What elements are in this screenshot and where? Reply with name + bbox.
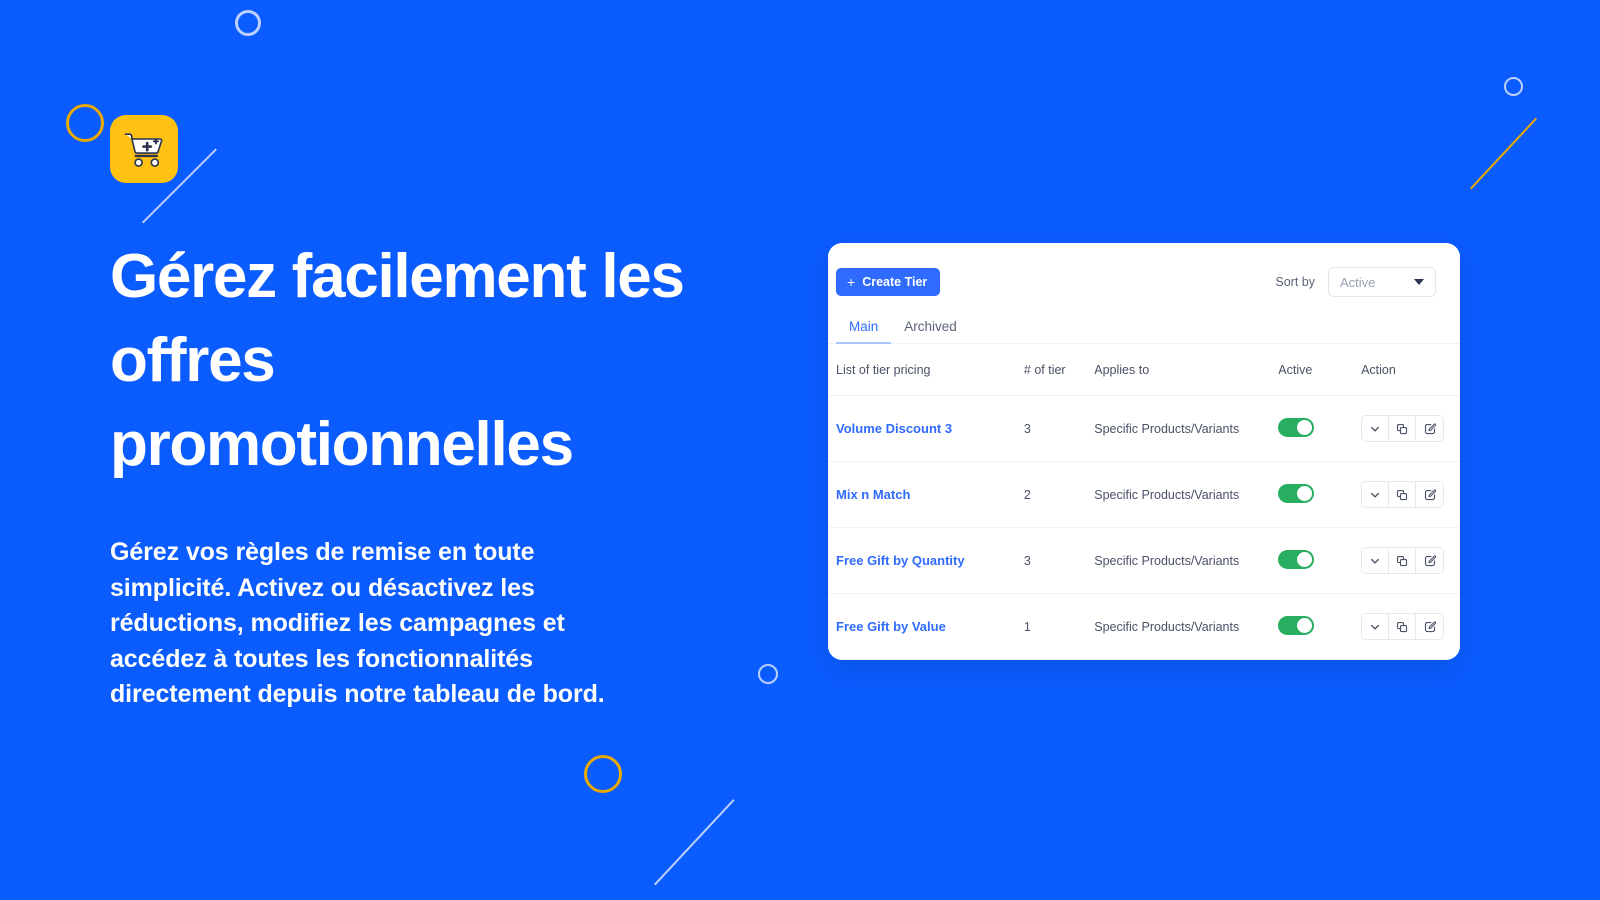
plus-icon: + bbox=[847, 274, 856, 290]
promotional-hero-screen: Gérez facilement les offres promotionnel… bbox=[0, 0, 1600, 900]
duplicate-row-button[interactable] bbox=[1389, 482, 1417, 507]
cell-tier-name: Free Gift by Value bbox=[828, 593, 1024, 660]
ring-gold-upper-left bbox=[66, 104, 104, 142]
table-body: Volume Discount 3 3 Specific Products/Va… bbox=[828, 395, 1460, 661]
tier-name-link[interactable]: Free Gift by Quantity bbox=[836, 553, 965, 568]
cell-applies-to: Specific Products/Variants bbox=[1094, 527, 1279, 594]
table-row: Volume Discount 3 3 Specific Products/Va… bbox=[828, 395, 1460, 462]
line-gold-top-right bbox=[1470, 117, 1537, 190]
page-title: Gérez facilement les offres promotionnel… bbox=[110, 242, 685, 479]
cell-row-actions bbox=[1361, 527, 1460, 594]
sort-by-select[interactable]: Active bbox=[1328, 267, 1436, 297]
active-toggle[interactable] bbox=[1278, 615, 1315, 635]
create-tier-label: Create Tier bbox=[862, 275, 928, 289]
column-header-active: Active bbox=[1278, 344, 1362, 396]
cell-active-toggle bbox=[1278, 593, 1362, 660]
toggle-knob bbox=[1297, 485, 1313, 501]
ring-white-mid-bottom bbox=[758, 664, 778, 684]
active-toggle[interactable] bbox=[1278, 417, 1315, 437]
expand-row-button[interactable] bbox=[1362, 548, 1390, 573]
shopping-cart-plus-icon bbox=[110, 115, 178, 183]
tier-name-link[interactable]: Volume Discount 3 bbox=[836, 421, 952, 436]
duplicate-row-button[interactable] bbox=[1389, 614, 1417, 639]
cell-applies-to: Specific Products/Variants bbox=[1094, 593, 1279, 660]
sort-by-label: Sort by bbox=[1275, 275, 1315, 289]
chevron-down-icon bbox=[1414, 279, 1424, 285]
cell-active-toggle bbox=[1278, 461, 1362, 528]
table-row: Mix n Match 2 Specific Products/Variants bbox=[828, 461, 1460, 528]
cell-tier-name: Mix n Match bbox=[828, 461, 1024, 528]
active-toggle[interactable] bbox=[1278, 549, 1315, 569]
tier-pricing-dashboard-card: + Create Tier Sort by Active Main Archiv… bbox=[828, 243, 1460, 660]
cell-tier-name: Free Gift by Quantity bbox=[828, 527, 1024, 594]
card-toolbar: + Create Tier Sort by Active bbox=[828, 267, 1460, 297]
cell-tier-name: Free Gift by Product bbox=[828, 660, 1024, 661]
active-toggle[interactable] bbox=[1278, 483, 1315, 503]
table-row: Free Gift by Value 1 Specific Products/V… bbox=[828, 593, 1460, 660]
column-header-tier-count: # of tier bbox=[1023, 344, 1095, 396]
cell-tier-count: 0 bbox=[1024, 660, 1094, 661]
tab-archived[interactable]: Archived bbox=[891, 319, 970, 343]
cell-applies-to: Specific Products/Variants bbox=[1094, 395, 1279, 462]
edit-row-button[interactable] bbox=[1416, 416, 1444, 441]
column-header-action: Action bbox=[1361, 344, 1460, 396]
column-header-applies-to: Applies to bbox=[1094, 344, 1279, 396]
cell-tier-count: 2 bbox=[1023, 461, 1095, 528]
table-header-row: List of tier pricing # of tier Applies t… bbox=[828, 344, 1460, 396]
cell-active-toggle bbox=[1278, 660, 1361, 661]
create-tier-button[interactable]: + Create Tier bbox=[836, 268, 941, 296]
edit-row-button[interactable] bbox=[1416, 614, 1444, 639]
tab-main[interactable]: Main bbox=[836, 319, 892, 344]
cell-active-toggle bbox=[1278, 527, 1362, 594]
cell-row-actions bbox=[1361, 593, 1460, 660]
toggle-knob bbox=[1297, 551, 1313, 567]
cell-row-actions bbox=[1361, 395, 1460, 462]
tier-pricing-table: List of tier pricing # of tier Applies t… bbox=[828, 344, 1460, 660]
tier-name-link[interactable]: Mix n Match bbox=[836, 487, 910, 502]
line-white-bottom bbox=[654, 799, 735, 886]
hero-description: Gérez vos règles de remise en toute simp… bbox=[110, 538, 605, 708]
edit-row-button[interactable] bbox=[1416, 482, 1444, 507]
row-action-group bbox=[1361, 415, 1445, 442]
expand-row-button[interactable] bbox=[1362, 614, 1390, 639]
tab-archived-label: Archived bbox=[904, 319, 957, 334]
cell-row-actions bbox=[1361, 461, 1460, 528]
card-tabs: Main Archived bbox=[828, 319, 1460, 344]
hero-column: Gérez facilement les offres promotionnel… bbox=[110, 115, 750, 713]
table-row: Free Gift by Quantity 3 Specific Product… bbox=[828, 527, 1460, 594]
expand-row-button[interactable] bbox=[1362, 416, 1390, 441]
cell-row-actions bbox=[1361, 660, 1460, 661]
cell-active-toggle bbox=[1278, 395, 1362, 462]
cell-applies-to: Specific Products/Variants bbox=[1094, 660, 1278, 661]
column-header-name: List of tier pricing bbox=[828, 344, 1024, 396]
row-action-group bbox=[1361, 481, 1445, 508]
cell-applies-to: Specific Products/Variants bbox=[1094, 461, 1279, 528]
tier-name-link[interactable]: Free Gift by Value bbox=[836, 619, 946, 634]
duplicate-row-button[interactable] bbox=[1389, 416, 1417, 441]
duplicate-row-button[interactable] bbox=[1389, 548, 1417, 573]
sort-by-value: Active bbox=[1340, 274, 1376, 290]
ring-white-top-right bbox=[1504, 77, 1523, 96]
ring-white-top-left bbox=[235, 10, 261, 36]
cell-tier-count: 3 bbox=[1023, 527, 1095, 594]
table-row: Free Gift by Product 0 Specific Products… bbox=[828, 660, 1460, 661]
expand-row-button[interactable] bbox=[1362, 482, 1390, 507]
toggle-knob bbox=[1297, 419, 1313, 435]
sort-control: Sort by Active bbox=[1275, 267, 1436, 297]
tab-main-label: Main bbox=[849, 319, 879, 334]
row-action-group bbox=[1361, 547, 1445, 574]
cell-tier-count: 1 bbox=[1023, 593, 1095, 660]
row-action-group bbox=[1361, 613, 1445, 640]
cell-tier-count: 3 bbox=[1023, 395, 1095, 462]
toggle-knob bbox=[1297, 617, 1313, 633]
edit-row-button[interactable] bbox=[1416, 548, 1444, 573]
cell-tier-name: Volume Discount 3 bbox=[828, 395, 1024, 462]
ring-gold-bottom-left bbox=[584, 755, 622, 793]
